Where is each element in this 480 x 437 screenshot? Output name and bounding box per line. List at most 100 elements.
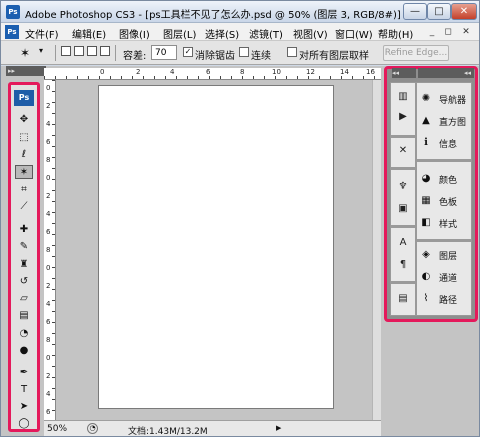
document-canvas[interactable] — [98, 85, 334, 409]
menu-image[interactable]: 图像(I) — [119, 26, 150, 41]
ruler-tick-label: 0 — [46, 84, 51, 92]
options-divider — [55, 45, 56, 61]
dock-collapse-button[interactable]: ◂◂ — [418, 68, 474, 78]
move-tool-icon[interactable]: ✥ — [15, 113, 33, 127]
navigator-panel-tab[interactable]: ✺ 导航器 — [419, 91, 471, 107]
gradient-tool-icon[interactable]: ▤ — [15, 309, 33, 323]
vertical-scrollbar[interactable] — [372, 80, 381, 420]
title-bar[interactable]: Ps Adobe Photoshop CS3 - [ps工具栏不见了怎么办.ps… — [1, 1, 479, 23]
chevron-down-icon[interactable]: ▾ — [39, 46, 43, 55]
antialias-checkbox[interactable]: ✓ — [183, 47, 193, 57]
minimize-button[interactable]: — — [403, 3, 427, 20]
menu-select[interactable]: 选择(S) — [205, 26, 239, 41]
menu-edit[interactable]: 编辑(E) — [72, 26, 106, 41]
ruler-tick-label: 2 — [136, 68, 141, 76]
app-icon: Ps — [6, 5, 20, 19]
toolbox-header[interactable]: ▸▸ — [6, 66, 46, 76]
ruler-tick-label: 0 — [46, 264, 51, 272]
actions-panel-icon[interactable]: ▶ — [394, 109, 412, 125]
close-button[interactable]: ✕ — [451, 3, 477, 20]
dock-collapse-button[interactable]: ◂◂ — [392, 68, 416, 78]
character-panel-icon[interactable]: A — [394, 235, 412, 251]
new-selection-icon[interactable] — [61, 46, 71, 56]
pen-tool-icon[interactable]: ✒ — [15, 366, 33, 380]
refine-edge-button[interactable]: Refine Edge... — [383, 45, 449, 61]
magic-wand-preset-icon[interactable]: ✶ — [17, 45, 33, 61]
crop-tool-icon[interactable]: ⌗ — [15, 183, 33, 197]
ruler-tick-label: 6 — [46, 408, 51, 416]
healing-brush-tool-icon[interactable]: ✚ — [15, 223, 33, 237]
ruler-tick-label: 2 — [46, 282, 51, 290]
all-layers-checkbox[interactable] — [287, 47, 297, 57]
ps-menu-icon[interactable]: Ps — [5, 25, 19, 39]
type-tool-icon[interactable]: T — [15, 383, 33, 397]
antialias-label: 消除锯齿 — [195, 51, 235, 62]
panel-label: 信息 — [439, 140, 458, 150]
status-info-icon[interactable]: ◔ — [87, 423, 98, 434]
all-layers-label: 对所有图层取样 — [299, 51, 369, 62]
ps-logo[interactable]: Ps — [14, 90, 34, 106]
color-panel-tab[interactable]: ◕ 颜色 — [419, 171, 471, 187]
tolerance-label: 容差: — [123, 51, 147, 62]
options-bar: ✶ ▾ 容差: ✓ 消除锯齿 连续 对所有图层取样 Refine Edge... — [1, 41, 479, 65]
contiguous-label: 连续 — [251, 51, 271, 62]
contiguous-checkbox[interactable] — [239, 47, 249, 57]
doc-close-button[interactable]: ✕ — [459, 26, 473, 38]
paths-panel-tab[interactable]: ⌇ 路径 — [419, 291, 471, 307]
maximize-button[interactable]: □ — [427, 3, 451, 20]
shape-tool-icon[interactable]: ◯ — [15, 417, 33, 431]
tolerance-input[interactable] — [151, 45, 177, 60]
dodge-tool-icon[interactable]: ● — [15, 344, 33, 358]
magic-wand-tool-icon[interactable]: ✶ — [15, 165, 33, 179]
menu-layer[interactable]: 图层(L) — [163, 26, 196, 41]
menu-view[interactable]: 视图(V) — [293, 26, 328, 41]
ruler-tick-label: 0 — [100, 68, 105, 76]
ruler-tick-label: 2 — [46, 192, 51, 200]
paragraph-panel-icon[interactable]: ¶ — [394, 257, 412, 273]
brush-tool-icon[interactable]: ✎ — [15, 240, 33, 254]
channels-panel-tab[interactable]: ◐ 通道 — [419, 269, 471, 285]
panel-divider — [417, 239, 471, 242]
panel-icon-strip: ▥ ▶ ✕ ♆ ▣ A ¶ ▤ — [390, 82, 416, 316]
panel-divider — [391, 167, 415, 170]
horizontal-ruler[interactable]: 0 2 4 6 8 10 12 14 16 — [44, 68, 381, 80]
history-brush-tool-icon[interactable]: ↺ — [15, 275, 33, 289]
layers-panel-tab[interactable]: ◈ 图层 — [419, 247, 471, 263]
panel-label: 样式 — [439, 220, 458, 230]
clone-stamp-tool-icon[interactable]: ♜ — [15, 258, 33, 272]
menu-file[interactable]: 文件(F) — [25, 26, 59, 41]
tool-presets-icon[interactable]: ✕ — [394, 143, 412, 159]
histogram-panel-tab[interactable]: ▲ 直方图 — [419, 113, 471, 129]
expand-icon[interactable]: ▸▸ — [8, 66, 15, 76]
brushes-panel-icon[interactable]: ♆ — [394, 179, 412, 195]
path-selection-tool-icon[interactable]: ➤ — [15, 400, 33, 414]
ruler-tick-label: 2 — [46, 372, 51, 380]
menu-help[interactable]: 帮助(H) — [378, 26, 413, 41]
subtract-selection-icon[interactable] — [87, 46, 97, 56]
lasso-tool-icon[interactable]: ℓ — [15, 148, 33, 162]
styles-panel-tab[interactable]: ◧ 样式 — [419, 215, 471, 231]
clone-source-icon[interactable]: ▣ — [394, 201, 412, 217]
blur-tool-icon[interactable]: ◔ — [15, 327, 33, 341]
menu-window[interactable]: 窗口(W) — [335, 26, 373, 41]
menu-filter[interactable]: 滤镜(T) — [249, 26, 283, 41]
doc-minimize-button[interactable]: _ — [425, 26, 439, 38]
add-selection-icon[interactable] — [74, 46, 84, 56]
swatches-panel-tab[interactable]: ▦ 色板 — [419, 193, 471, 209]
menu-bar: Ps 文件(F) 编辑(E) 图像(I) 图层(L) 选择(S) 滤镜(T) 视… — [1, 23, 479, 41]
intersect-selection-icon[interactable] — [100, 46, 110, 56]
doc-restore-button[interactable]: ◻ — [441, 26, 455, 38]
info-panel-tab[interactable]: ℹ 信息 — [419, 135, 471, 151]
status-menu-arrow-icon[interactable]: ▶ — [276, 424, 281, 432]
panel-divider — [391, 281, 415, 284]
layer-comps-icon[interactable]: ▤ — [394, 291, 412, 307]
vertical-ruler[interactable]: 0 2 4 6 8 0 2 4 6 8 0 2 4 6 8 0 2 4 6 — [44, 80, 56, 420]
ruler-tick-label: 8 — [46, 336, 51, 344]
zoom-level[interactable]: 50% — [47, 424, 67, 434]
layers-icon: ◈ — [422, 249, 430, 260]
eraser-tool-icon[interactable]: ▱ — [15, 292, 33, 306]
slice-tool-icon[interactable]: ⟋ — [15, 200, 33, 214]
marquee-tool-icon[interactable]: ⬚ — [15, 131, 33, 145]
swatches-icon: ▦ — [421, 195, 431, 206]
history-panel-icon[interactable]: ▥ — [394, 89, 412, 105]
